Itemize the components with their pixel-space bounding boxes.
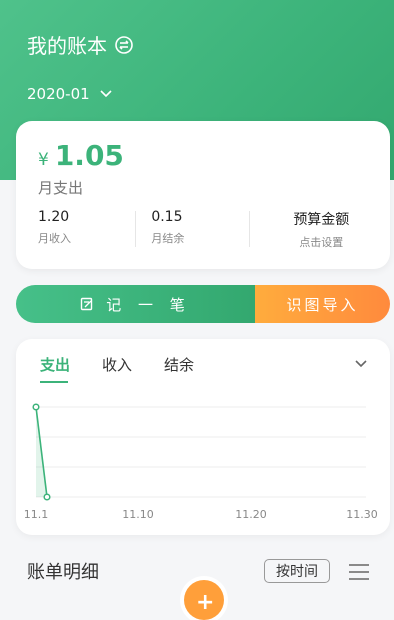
balance-value: 0.15 bbox=[151, 209, 183, 225]
action-row: 记 一 笔 识图导入 bbox=[16, 285, 390, 323]
image-import-label: 识图导入 bbox=[286, 295, 359, 314]
balance-stat: 0.15 月结余 bbox=[135, 209, 264, 251]
page-title: 我的账本 bbox=[27, 34, 107, 58]
data-point[interactable] bbox=[32, 403, 40, 411]
ledger-title: 账单明细 bbox=[27, 562, 99, 583]
expense-label: 月支出 bbox=[38, 179, 84, 197]
summary-card: ¥ 1.05 月支出 1.20 月收入 0.15 月结余 预算金额 点击设置 bbox=[16, 121, 390, 269]
income-stat: 1.20 月收入 bbox=[38, 209, 151, 251]
trend-chart: 11.1 11.10 11.20 11.30 bbox=[24, 403, 378, 521]
month-value: 2020-01 bbox=[27, 85, 90, 103]
budget-title: 预算金额 bbox=[293, 212, 350, 228]
x-tick-label: 11.30 bbox=[346, 508, 378, 521]
balance-label: 月结余 bbox=[151, 232, 185, 245]
x-tick-label: 11.1 bbox=[24, 508, 49, 521]
expense-amount: ¥ 1.05 bbox=[38, 139, 124, 172]
currency-symbol: ¥ bbox=[38, 150, 49, 170]
image-import-button[interactable]: 识图导入 bbox=[255, 285, 390, 323]
budget-setting[interactable]: 预算金额 点击设置 bbox=[248, 209, 378, 251]
x-tick-label: 11.10 bbox=[122, 508, 154, 521]
plus-icon: + bbox=[196, 590, 215, 615]
month-selector[interactable]: 2020-01 bbox=[27, 85, 112, 103]
list-icon[interactable] bbox=[348, 563, 370, 581]
data-point[interactable] bbox=[43, 493, 51, 501]
switch-icon bbox=[115, 35, 133, 54]
chevron-down-icon bbox=[100, 90, 112, 98]
record-button[interactable]: 记 一 笔 bbox=[16, 285, 255, 323]
x-tick-label: 11.20 bbox=[235, 508, 267, 521]
add-button[interactable]: + bbox=[184, 580, 224, 620]
budget-hint: 点击设置 bbox=[299, 236, 344, 249]
record-label: 记 一 笔 bbox=[106, 295, 191, 314]
edit-icon bbox=[81, 297, 93, 311]
account-book-switcher[interactable]: 我的账本 bbox=[27, 30, 133, 59]
trend-chart-card: 支出 收入 结余 11.1 11.10 11.20 11.30 bbox=[16, 339, 390, 535]
income-value: 1.20 bbox=[38, 209, 70, 225]
sort-by-time-button[interactable]: 按时间 bbox=[264, 559, 330, 583]
stats-row: 1.20 月收入 0.15 月结余 预算金额 点击设置 bbox=[38, 209, 378, 251]
expense-value: 1.05 bbox=[54, 139, 124, 172]
income-label: 月收入 bbox=[38, 232, 71, 245]
